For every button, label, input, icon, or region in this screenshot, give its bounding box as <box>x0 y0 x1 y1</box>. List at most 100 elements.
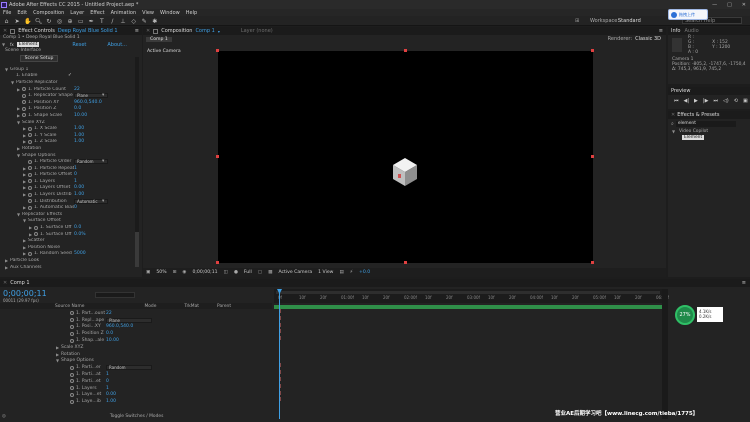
timeline-property-value[interactable]: Random <box>106 365 152 371</box>
dropdown-arrow-icon[interactable]: ▾ <box>102 93 104 98</box>
keyframe-marker[interactable] <box>280 363 283 369</box>
timeline-property-row[interactable]: ▼ Shape Options <box>0 358 272 365</box>
eraser-tool-icon[interactable]: ◇ <box>130 18 137 25</box>
perf-monitor-circle[interactable]: 27% <box>675 305 695 325</box>
stopwatch-icon[interactable] <box>28 179 32 184</box>
bounding-handle[interactable] <box>404 261 407 264</box>
timeline-property-value[interactable]: 960.0,540.0 <box>106 324 133 329</box>
timeline-property-row[interactable]: 1. Parti...er Random <box>0 364 272 371</box>
effect-property-row[interactable]: ▶ 1. Position Z 0.0 <box>0 106 142 113</box>
effect-property-row[interactable]: ▶ 1. Particle Count 22 <box>0 86 142 93</box>
keyframe-marker[interactable] <box>280 336 283 342</box>
stopwatch-icon[interactable] <box>34 225 38 230</box>
camera-snapshot-icon[interactable]: ◫ <box>224 270 228 275</box>
effects-search-input[interactable]: element <box>675 120 736 127</box>
toggle-icon[interactable]: ▤ <box>339 270 343 275</box>
views-dropdown[interactable]: 1 View <box>318 270 333 275</box>
zoom-tool-icon[interactable]: 🔍︎ <box>35 18 43 25</box>
stopwatch-icon[interactable] <box>28 133 32 138</box>
pen-tool-icon[interactable]: ✒ <box>88 18 95 25</box>
timeline-tab[interactable]: Comp 1 <box>10 280 29 286</box>
timeline-property-value[interactable]: 0.0 <box>106 331 113 336</box>
timeline-property-row[interactable]: 1. Laye...ib 1.00 <box>0 398 272 405</box>
stopwatch-icon[interactable] <box>28 166 32 171</box>
effect-property-row[interactable]: 1. Distribution Automatic ▾ <box>0 198 142 205</box>
effect-property-row[interactable]: 1. Replicator Shape Plane ▾ <box>0 92 142 99</box>
effect-property-value[interactable]: 5000 <box>74 251 86 256</box>
timeline-property-row[interactable]: 1. Position Z 0.0 <box>0 330 272 337</box>
stopwatch-icon[interactable] <box>70 392 74 397</box>
keyframe-marker[interactable] <box>280 370 283 376</box>
effect-property-row[interactable]: ▶ Rotation <box>0 145 142 152</box>
keyframe-marker[interactable] <box>280 309 283 315</box>
stopwatch-icon[interactable] <box>70 379 74 384</box>
pan-behind-icon[interactable]: ⊕ <box>67 18 74 25</box>
next-frame-icon[interactable]: |▶ <box>703 98 709 104</box>
effect-property-row[interactable]: ▶ 1. Shape Scale 10.00 <box>0 112 142 119</box>
effect-property-row[interactable]: ▶ 1. Layers Distrib 1.00 <box>0 191 142 198</box>
effect-property-value[interactable]: 10.00 <box>74 113 87 118</box>
effect-property-row[interactable]: ▼ Particle Replicator <box>0 79 142 86</box>
stopwatch-icon[interactable] <box>28 126 32 131</box>
effect-property-value[interactable]: 1.00 <box>74 133 84 138</box>
effect-property-row[interactable]: ▼ Group 1 <box>0 66 142 73</box>
composition-tab-comp[interactable]: Comp 1 <box>195 28 214 34</box>
keyframe-marker[interactable] <box>280 377 283 383</box>
timeline-timecode[interactable]: 0;00;00;11 <box>3 289 47 298</box>
effect-property-value[interactable]: 0.0% <box>74 232 86 237</box>
effect-property-row[interactable]: 1. Position XY 960.0,540.0 <box>0 99 142 106</box>
effect-controls-scrollbar[interactable] <box>135 57 139 267</box>
info-tab[interactable]: Info <box>671 28 680 34</box>
menu-file[interactable]: File <box>3 10 11 16</box>
rotate-tool-icon[interactable]: ↻ <box>45 18 52 25</box>
region-icon[interactable]: ▢ <box>258 270 262 275</box>
stopwatch-icon[interactable] <box>28 139 32 144</box>
expand-triangle-icon[interactable]: ▼ <box>2 42 7 47</box>
fx-icon[interactable]: fx <box>10 42 14 47</box>
effect-property-row[interactable]: ▼ Shape Options <box>0 152 142 159</box>
timeline-property-row[interactable]: 1. Repl...ape Plane <box>0 317 272 324</box>
layer-duration-bar[interactable] <box>274 305 662 309</box>
panel-menu-icon[interactable]: ≡ <box>659 28 666 34</box>
effect-property-row[interactable]: ▶ 1. Y Scale 1.00 <box>0 132 142 139</box>
ram-preview-icon[interactable]: ▣ <box>743 98 748 104</box>
dropdown-arrow-icon[interactable]: ▾ <box>102 199 104 204</box>
keyframe-marker[interactable] <box>280 316 283 322</box>
effect-property-row[interactable]: ▶ 1. Z Scale 1.00 <box>0 139 142 146</box>
effect-property-row[interactable]: ▶ 1. Particle Offset 0 <box>0 172 142 179</box>
effect-property-row[interactable]: ▶ 1. Layers 1 <box>0 178 142 185</box>
clone-tool-icon[interactable]: ⊥ <box>120 18 127 25</box>
stopwatch-icon[interactable] <box>22 113 26 118</box>
effect-property-value[interactable]: ✓ <box>68 73 72 78</box>
effect-property-value[interactable]: 1.00 <box>74 139 84 144</box>
stopwatch-icon[interactable] <box>70 331 74 336</box>
roto-tool-icon[interactable]: ✎ <box>141 18 148 25</box>
effect-property-value[interactable]: 1 <box>74 166 77 171</box>
timeline-property-row[interactable]: 1. Part...ount 22 <box>0 310 272 317</box>
effect-property-value[interactable]: 1.00 <box>74 192 84 197</box>
toggle-switches-label[interactable]: Toggle Switches / Modes <box>110 414 164 419</box>
effect-property-row[interactable]: ▶ 1. X Scale 1.00 <box>0 125 142 132</box>
bounding-handle[interactable] <box>591 261 594 264</box>
stopwatch-icon[interactable] <box>34 232 38 237</box>
bounding-handle[interactable] <box>591 49 594 52</box>
transparency-icon[interactable]: ▩ <box>268 270 272 275</box>
stopwatch-icon[interactable] <box>70 338 74 343</box>
effect-property-row[interactable]: ▶ Position Noise <box>0 244 142 251</box>
audio-tab[interactable]: Audio <box>684 28 698 34</box>
effects-presets-tab[interactable]: Effects & Presets <box>677 112 719 118</box>
effects-category[interactable]: Video Copilot <box>679 129 708 134</box>
stopwatch-icon[interactable] <box>28 172 32 177</box>
effect-property-value[interactable]: 0.0 <box>74 225 81 230</box>
mute-icon[interactable]: ◁) <box>723 98 729 104</box>
effect-property-row[interactable]: 1. Enable ✓ <box>0 73 142 80</box>
keyframe-marker[interactable] <box>280 323 283 329</box>
grid-icon[interactable]: ⊞ <box>575 18 579 24</box>
stopwatch-icon[interactable] <box>28 199 32 204</box>
prev-frame-icon[interactable]: ◀| <box>684 98 690 104</box>
loop-icon[interactable]: ⟲ <box>734 98 738 104</box>
bounding-handle[interactable] <box>404 49 407 52</box>
timeline-property-row[interactable]: 1. Layers 1 <box>0 385 272 392</box>
color-channel-icon[interactable]: ● <box>234 270 238 275</box>
comp-flowchart-icon[interactable]: ◎ <box>2 414 6 419</box>
